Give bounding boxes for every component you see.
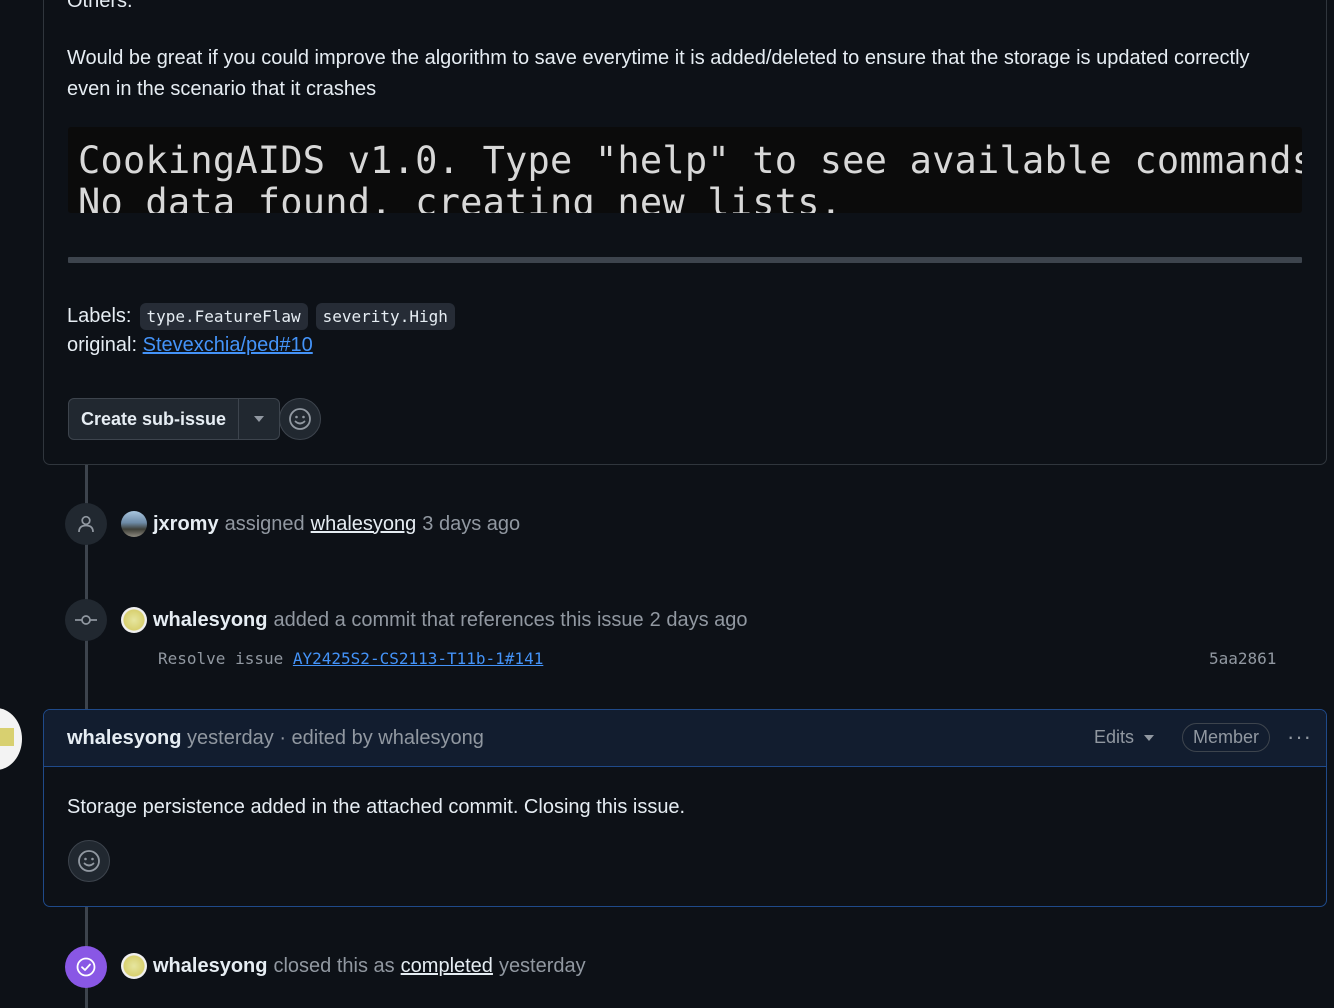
divider — [68, 257, 1302, 263]
avatar[interactable] — [121, 511, 147, 537]
create-subissue-dropdown[interactable] — [239, 399, 279, 439]
comment-author[interactable]: whalesyong — [67, 727, 181, 749]
chevron-down-icon — [254, 416, 265, 422]
issue-paragraph: Would be great if you could improve the … — [67, 47, 1250, 100]
commit-icon — [65, 599, 107, 641]
comment-card: whalesyong yesterday · edited by whalesy… — [43, 709, 1327, 907]
original-issue-link[interactable]: Stevexchia/ped#10 — [143, 334, 313, 356]
edits-label: Edits — [1094, 727, 1135, 747]
commit-reference-event: whalesyong added a commit that reference… — [121, 607, 748, 633]
edits-dropdown[interactable]: Edits — [1094, 727, 1155, 748]
timeline-line — [85, 465, 88, 709]
member-badge: Member — [1182, 723, 1271, 752]
commit-message: Resolve issue AY2425S2-CS2113-T11b-1#141 — [158, 649, 543, 668]
create-subissue-button[interactable]: Create sub-issue — [69, 399, 240, 439]
terminal-line-2: No data found. creating new lists. — [78, 181, 843, 213]
closed-event: whalesyong closed this as completed yest… — [121, 953, 586, 979]
others-text: Others. — [67, 0, 133, 12]
original-prefix: original: — [67, 334, 138, 356]
kebab-menu-icon[interactable]: ··· — [1287, 724, 1312, 750]
actor-link[interactable]: whalesyong — [153, 609, 267, 632]
create-subissue-split-button: Create sub-issue — [68, 398, 281, 440]
original-row: original: Stevexchia/ped#10 — [67, 334, 313, 357]
comment-header: whalesyong yesterday · edited by whalesy… — [44, 710, 1326, 767]
label-feature-flaw: type.FeatureFlaw — [139, 302, 308, 330]
assignee-link[interactable]: whalesyong — [311, 513, 417, 536]
closed-completed-icon — [65, 946, 107, 988]
commit-issue-link[interactable]: AY2425S2-CS2113-T11b-1#141 — [293, 649, 543, 668]
actor-link[interactable]: jxromy — [153, 513, 219, 536]
labels-prefix: Labels: — [67, 304, 132, 327]
assigned-event: jxromy assigned whalesyong 3 days ago — [121, 511, 520, 537]
labels-row: Labels: type.FeatureFlaw severity.High — [67, 302, 455, 330]
actor-link[interactable]: whalesyong — [153, 955, 267, 978]
add-reaction-button[interactable] — [279, 398, 321, 440]
commit-message-prefix: Resolve issue — [158, 649, 284, 668]
comment-author-line: whalesyong yesterday · edited by whalesy… — [67, 727, 484, 750]
comment-body: Storage persistence added in the attache… — [67, 796, 686, 818]
add-reaction-button[interactable] — [68, 840, 110, 882]
person-icon — [65, 503, 107, 545]
terminal-screenshot: CookingAIDS v1.0. Type "help" to see ava… — [68, 127, 1302, 213]
comment-meta[interactable]: yesterday · edited by whalesyong — [187, 727, 484, 749]
label-severity-high: severity.High — [315, 302, 455, 330]
event-action: added a commit that references this issu… — [273, 608, 644, 631]
chevron-down-icon — [1144, 734, 1155, 741]
event-time[interactable]: 3 days ago — [422, 513, 520, 536]
commit-sha-link[interactable]: 5aa2861 — [1209, 649, 1276, 668]
terminal-line-1: CookingAIDS v1.0. Type "help" to see ava… — [78, 139, 1302, 182]
avatar-pattern — [0, 728, 14, 746]
event-time[interactable]: yesterday — [499, 955, 586, 978]
avatar[interactable] — [121, 953, 147, 979]
smiley-icon — [289, 408, 311, 430]
avatar[interactable] — [0, 708, 22, 770]
event-action: closed this as — [273, 954, 395, 977]
event-time[interactable]: 2 days ago — [650, 609, 748, 632]
closed-state-link[interactable]: completed — [401, 955, 493, 978]
avatar[interactable] — [121, 607, 147, 633]
event-action: assigned — [224, 512, 305, 535]
smiley-icon — [78, 850, 100, 872]
